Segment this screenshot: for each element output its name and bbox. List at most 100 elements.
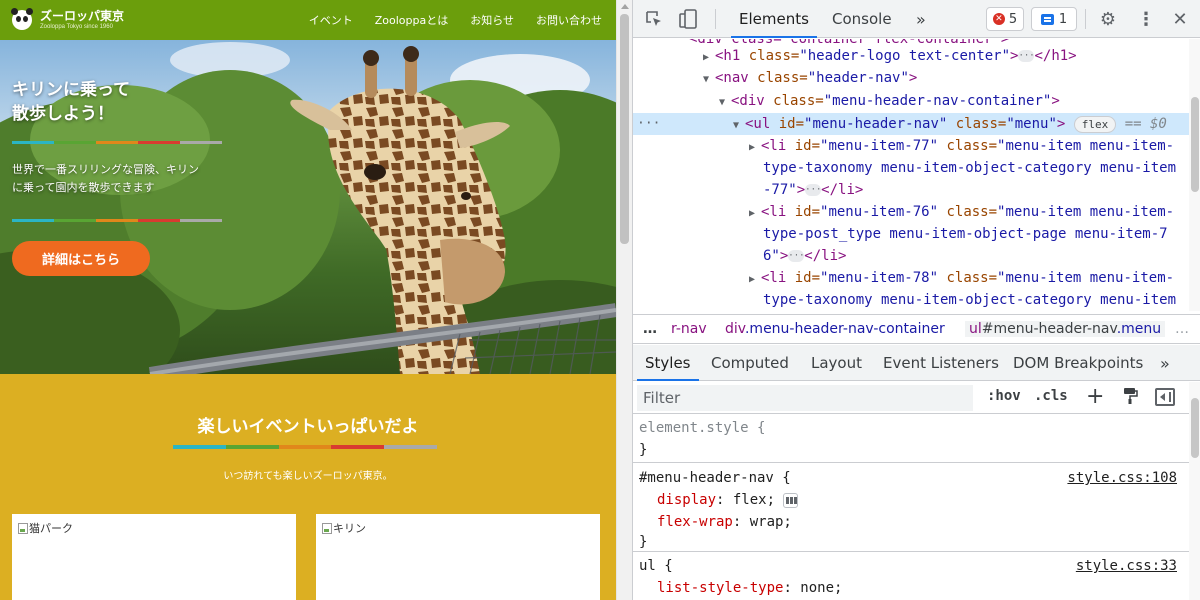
add-rule-icon[interactable]: + xyxy=(1086,384,1104,409)
collapse-triangle-icon[interactable]: ▼ xyxy=(719,92,731,114)
collapsed-ellipsis-icon[interactable]: ··· xyxy=(788,250,805,262)
rule-close-brace: } xyxy=(639,534,648,550)
settings-gear-icon[interactable]: ⚙ xyxy=(1097,8,1119,30)
class-toggle-button[interactable]: .cls xyxy=(1034,388,1068,404)
event-card[interactable]: キリン xyxy=(316,514,600,600)
event-card[interactable]: 猫パーク xyxy=(12,514,296,600)
rule-selector: ul { xyxy=(639,558,673,574)
tab-computed[interactable]: Computed xyxy=(711,345,789,381)
breadcrumb-more-left[interactable]: … xyxy=(643,321,657,337)
dom-node-ul-selected[interactable]: ▼ <ul id="menu-header-nav" class="menu"> … xyxy=(633,113,1189,135)
dom-node-li-wrap: type-post_type menu-item-object-page men… xyxy=(763,226,1168,242)
paint-roller-icon[interactable] xyxy=(1122,387,1138,409)
more-subtabs-chevron-icon[interactable]: » xyxy=(1160,345,1170,381)
events-subtitle: いつ訪れても楽しいズーロッパ東京。 xyxy=(223,471,393,482)
error-count-badge[interactable]: ✕ 5 xyxy=(986,7,1024,31)
dom-node-li[interactable]: ▶ <li id="menu-item-77" class="menu-item … xyxy=(633,135,1189,157)
stripe-segment xyxy=(180,141,222,144)
dom-node-h1[interactable]: ▶ <h1 class="header-logo text-center">···… xyxy=(633,45,1189,67)
breadcrumb-ul-current[interactable]: ul#menu-header-nav.menu xyxy=(965,321,1166,337)
rule-close-brace: } xyxy=(639,442,648,458)
site-logo[interactable]: ズーロッパ東京 Zooloppa Tokyo since 1960 xyxy=(11,8,124,31)
stripe-segment xyxy=(54,141,96,144)
hero-section: キリンに乗って 散歩しよう！ 世界で一番スリリングな冒険、キリン に乗って園内を… xyxy=(0,40,616,374)
dom-node-li-wrap: 6">···</li> xyxy=(763,248,847,264)
toggle-sidebar-icon[interactable] xyxy=(1155,388,1175,406)
collapsed-ellipsis-icon[interactable]: ··· xyxy=(805,184,821,196)
nav-link-events[interactable]: イベント xyxy=(309,12,353,28)
stripe-segment xyxy=(173,445,226,449)
page-scrollbar[interactable] xyxy=(616,0,632,600)
more-options-icon[interactable]: ⋮ xyxy=(1135,8,1157,30)
collapsed-ellipsis-icon[interactable]: ··· xyxy=(1018,50,1035,62)
stripe-segment xyxy=(180,219,222,222)
tab-console[interactable]: Console xyxy=(832,0,892,38)
css-declaration[interactable]: display: flex; xyxy=(657,489,799,511)
expand-triangle-icon[interactable]: ▶ xyxy=(749,203,761,225)
scrollbar-thumb[interactable] xyxy=(1191,97,1199,192)
flexbox-editor-icon[interactable] xyxy=(783,492,799,508)
rule-source-link[interactable]: style.css:33 xyxy=(1076,555,1177,577)
css-rule-menu-header-nav[interactable]: #menu-header-nav { style.css:108 display… xyxy=(633,464,1189,552)
site-header: ズーロッパ東京 Zooloppa Tokyo since 1960 イベント Z… xyxy=(0,0,616,40)
device-toolbar-icon[interactable] xyxy=(677,8,699,30)
flex-badge[interactable]: flex xyxy=(1073,115,1117,133)
node-actions-ellipsis-icon[interactable]: ··· xyxy=(637,113,660,135)
scroll-up-arrow-icon[interactable] xyxy=(621,4,629,9)
expand-triangle-icon[interactable]: ▶ xyxy=(703,47,715,69)
hover-state-button[interactable]: :hov xyxy=(987,388,1021,404)
dom-tree-scrollbar[interactable] xyxy=(1189,39,1200,311)
stripe-segment xyxy=(331,445,385,449)
expand-triangle-icon[interactable]: ▶ xyxy=(749,269,761,291)
rule-source-link[interactable]: style.css:108 xyxy=(1067,467,1177,489)
message-count-badge[interactable]: 1 xyxy=(1031,7,1077,31)
collapse-triangle-icon[interactable]: ▼ xyxy=(703,69,715,91)
breadcrumb-nav[interactable]: r-nav xyxy=(671,321,707,337)
close-icon[interactable]: ✕ xyxy=(1169,8,1191,30)
breadcrumb-div[interactable]: div.menu-header-nav-container xyxy=(725,321,945,337)
inspect-element-icon[interactable] xyxy=(643,8,665,30)
css-rule-ul[interactable]: ul { style.css:33 list-style-type: none; xyxy=(633,553,1189,600)
scrollbar-thumb[interactable] xyxy=(1191,398,1199,458)
styles-scrollbar[interactable] xyxy=(1189,382,1200,600)
tab-elements[interactable]: Elements xyxy=(731,0,817,38)
css-rule-element-style[interactable]: element.style { } xyxy=(633,415,1189,463)
tab-dom-breakpoints[interactable]: DOM Breakpoints xyxy=(1013,345,1143,381)
breadcrumb-more-right[interactable]: … xyxy=(1175,321,1189,337)
logo-tagline: Zooloppa Tokyo since 1960 xyxy=(40,24,113,30)
nav-link-contact[interactable]: お問い合わせ xyxy=(536,12,602,28)
stripe-segment xyxy=(12,219,54,222)
dom-node-li-wrap: -77">···</li> xyxy=(763,182,864,198)
styles-subtabs: Styles Computed Layout Event Listeners D… xyxy=(633,345,1200,381)
tab-event-listeners[interactable]: Event Listeners xyxy=(883,345,999,381)
devtools-toolbar: Elements Console » ✕ 5 1 ⚙ ⋮ ✕ xyxy=(633,0,1200,38)
dom-node-nav-container[interactable]: ▼ <div class="menu-header-nav-container"> xyxy=(633,90,1189,112)
stripe-segment xyxy=(138,219,180,222)
nav-link-news[interactable]: お知らせ xyxy=(470,12,514,28)
dom-node-nav[interactable]: ▼ <nav class="header-nav"> xyxy=(633,67,1189,89)
more-tabs-chevron-icon[interactable]: » xyxy=(916,0,926,38)
css-declaration[interactable]: flex-wrap: wrap; xyxy=(657,511,792,533)
nav-link-about[interactable]: Zooloppaとは xyxy=(375,12,449,28)
image-alt-text: 猫パーク xyxy=(29,522,73,535)
panda-logo-icon xyxy=(11,8,33,30)
styles-filter-input[interactable] xyxy=(637,385,973,411)
dom-node-li[interactable]: ▶ <li id="menu-item-78" class="menu-item … xyxy=(633,267,1189,289)
tab-layout[interactable]: Layout xyxy=(811,345,862,381)
css-declaration[interactable]: list-style-type: none; xyxy=(657,577,842,599)
expand-triangle-icon[interactable]: ▶ xyxy=(749,137,761,159)
broken-image-icon xyxy=(322,522,332,534)
dom-tree: <div class="container flex-container"> ▶… xyxy=(633,39,1189,311)
scrollbar-thumb[interactable] xyxy=(620,14,629,244)
dom-node-li[interactable]: ▶ <li id="menu-item-76" class="menu-item … xyxy=(633,201,1189,223)
website-viewport: ズーロッパ東京 Zooloppa Tokyo since 1960 イベント Z… xyxy=(0,0,616,600)
stripe-segment xyxy=(54,219,96,222)
error-count: 5 xyxy=(1008,11,1018,27)
collapse-triangle-icon[interactable]: ▼ xyxy=(733,115,745,137)
stripe-segment xyxy=(225,445,279,449)
styles-filter-bar: :hov .cls + xyxy=(633,382,1189,414)
details-button[interactable]: 詳細はこちら xyxy=(12,241,150,276)
hero-title: キリンに乗って 散歩しよう！ xyxy=(12,80,131,124)
rule-selector: #menu-header-nav { xyxy=(639,470,791,486)
tab-styles[interactable]: Styles xyxy=(637,345,698,381)
